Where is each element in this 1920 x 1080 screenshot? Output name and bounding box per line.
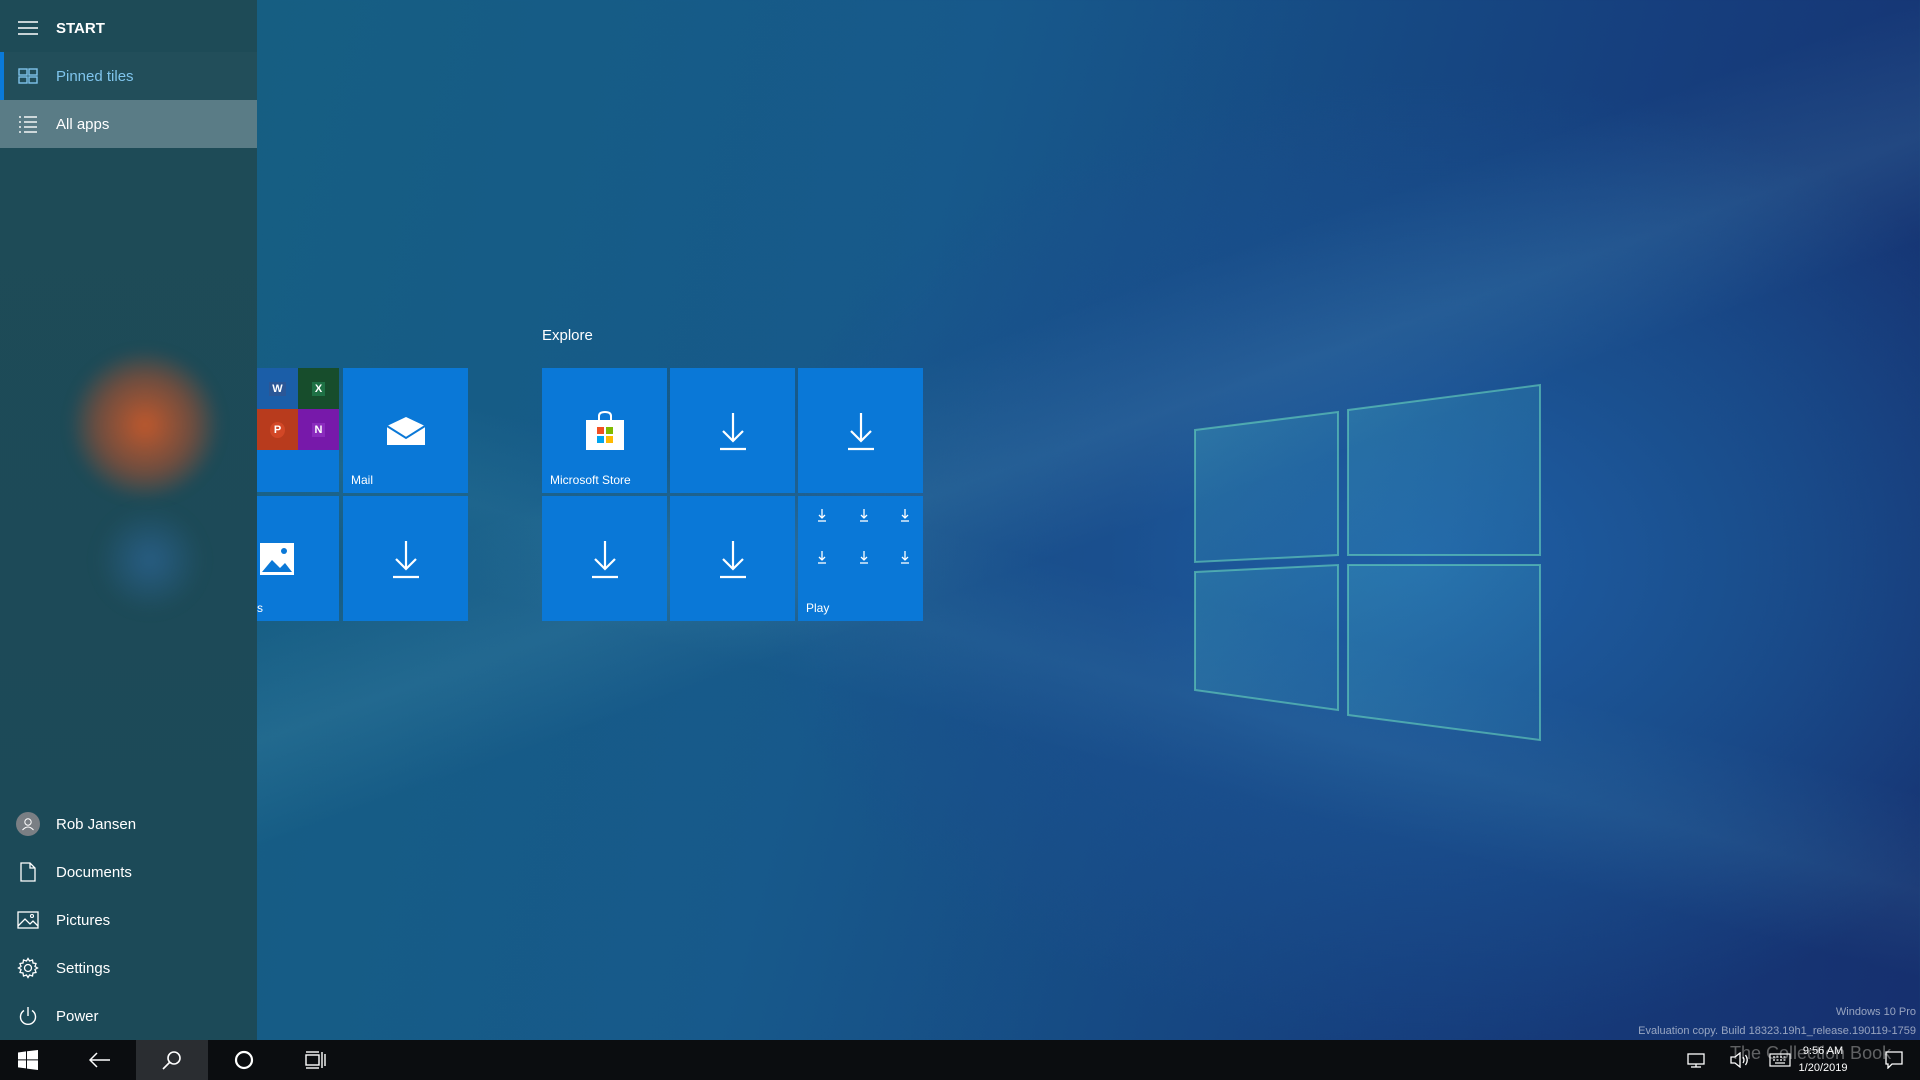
windows-start-icon (18, 1050, 38, 1070)
tile-play-folder[interactable]: Play (798, 496, 923, 621)
start-button[interactable] (0, 1040, 56, 1080)
download-arrow-icon (343, 496, 468, 621)
pinned-tiles-icon (0, 68, 56, 84)
tile-microsoft-store[interactable]: Microsoft Store (542, 368, 667, 493)
gear-icon (0, 957, 56, 979)
windows-logo-wallpaper (1194, 383, 1541, 742)
settings-label: Settings (56, 959, 111, 977)
tile-download-placeholder[interactable] (798, 368, 923, 493)
power-label: Power (56, 1007, 99, 1025)
start-menu-pane: START Pinned tiles All apps Rob Jansen D… (0, 0, 257, 1040)
word-icon: W (269, 381, 286, 396)
pictures-icon (0, 911, 56, 929)
download-arrow-icon (670, 368, 795, 493)
documents-button[interactable]: Documents (0, 848, 257, 896)
user-name: Rob Jansen (56, 815, 137, 833)
tile-download-placeholder[interactable] (542, 496, 667, 621)
power-icon (0, 1006, 56, 1026)
tile-powerpoint[interactable]: P (257, 409, 298, 450)
nav-all-apps[interactable]: All apps (0, 100, 257, 148)
wallpaper-light-beam (250, 0, 1920, 900)
wallpaper-light-beam (250, 380, 1920, 1030)
back-arrow-icon (89, 1052, 110, 1068)
tile-download-placeholder[interactable] (670, 496, 795, 621)
pictures-label: Pictures (56, 911, 111, 929)
tile-download-placeholder[interactable] (343, 496, 468, 621)
background-blur-blob (95, 510, 205, 610)
excel-icon: X (311, 381, 326, 396)
onenote-icon: N (311, 422, 326, 437)
selection-accent (0, 52, 4, 100)
tile-label: Mail (351, 473, 374, 487)
tile-label: s (257, 601, 263, 615)
tile-label: Microsoft Store (550, 473, 631, 487)
documents-label: Documents (56, 863, 132, 881)
tile-download-placeholder[interactable] (670, 368, 795, 493)
tile-excel[interactable]: X (298, 368, 339, 409)
settings-button[interactable]: Settings (0, 944, 257, 992)
task-view-icon (305, 1051, 326, 1069)
search-icon (162, 1051, 181, 1070)
brand-watermark: The Collection Book (1730, 1043, 1892, 1063)
tile-mail[interactable]: Mail (343, 368, 468, 493)
tile-label: Play (806, 601, 830, 615)
download-arrow-grid-icon (818, 509, 909, 564)
powerpoint-icon: P (269, 421, 286, 438)
background-blur-blob (70, 350, 220, 500)
taskbar: 9:56 AM 1/20/2019 (0, 1040, 1920, 1080)
pictures-button[interactable]: Pictures (0, 896, 257, 944)
back-button[interactable] (64, 1040, 136, 1080)
nav-pinned-tiles[interactable]: Pinned tiles (0, 52, 257, 100)
all-apps-list-icon (0, 115, 56, 133)
tile-photos[interactable]: s (257, 496, 339, 621)
download-arrow-icon (798, 368, 923, 493)
tile-group-title[interactable]: Explore (542, 327, 593, 344)
nav-label: Pinned tiles (56, 67, 134, 85)
network-icon (1687, 1053, 1705, 1068)
cortana-circle-icon (234, 1050, 254, 1070)
user-account-button[interactable]: Rob Jansen (0, 800, 257, 848)
start-title: START (56, 19, 105, 37)
edition-watermark: Windows 10 Pro (1835, 1006, 1916, 1018)
download-arrow-icon (670, 496, 795, 621)
cortana-button[interactable] (208, 1040, 280, 1080)
task-view-button[interactable] (280, 1040, 352, 1080)
build-watermark: Evaluation copy. Build 18323.19h1_releas… (1638, 1025, 1916, 1037)
start-header-button[interactable]: START (0, 4, 257, 52)
tile-word[interactable]: W (257, 368, 298, 409)
network-tray-button[interactable] (1678, 1040, 1714, 1080)
nav-label: All apps (56, 115, 110, 133)
user-avatar-icon (0, 812, 56, 836)
tile-office-group-footer[interactable] (257, 450, 339, 492)
download-arrow-icon (542, 496, 667, 621)
document-icon (0, 862, 56, 882)
hamburger-menu-icon[interactable] (0, 21, 56, 35)
tile-onenote[interactable]: N (298, 409, 339, 450)
photos-icon (257, 496, 339, 621)
power-button[interactable]: Power (0, 992, 257, 1040)
search-button[interactable] (136, 1040, 208, 1080)
